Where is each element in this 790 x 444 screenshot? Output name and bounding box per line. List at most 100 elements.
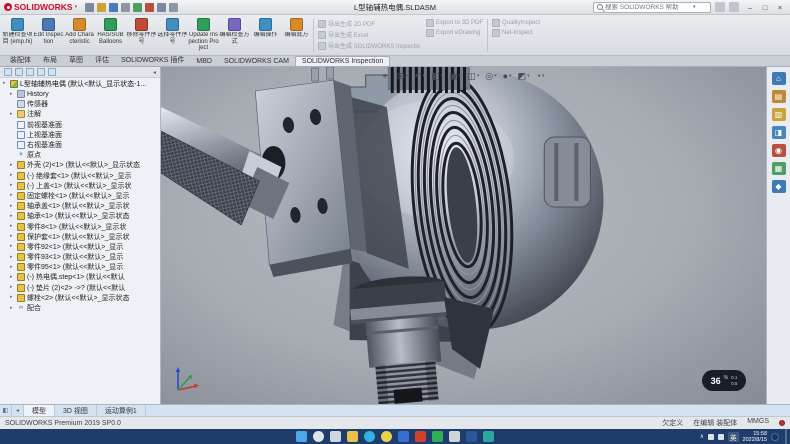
ribbon-tab[interactable]: SOLIDWORKS 插件 xyxy=(115,54,190,66)
model-3d-view[interactable] xyxy=(161,67,766,404)
display-style-icon[interactable]: ◫ xyxy=(467,70,479,81)
expand-arrow-icon[interactable] xyxy=(10,143,15,148)
expand-arrow-icon[interactable] xyxy=(10,295,15,300)
expand-arrow-icon[interactable] xyxy=(10,275,15,280)
ribbon-button[interactable]: 移除零件序号 xyxy=(126,16,157,55)
expand-arrow-icon[interactable] xyxy=(10,204,15,209)
apply-scene-icon[interactable]: ◩ xyxy=(518,70,530,81)
show-desktop-button[interactable] xyxy=(785,429,787,444)
menu-caret-icon[interactable]: ▾ xyxy=(75,4,78,10)
expand-arrow-icon[interactable] xyxy=(10,153,15,158)
heads-up-caret-icon[interactable] xyxy=(459,70,462,81)
tree-item[interactable]: 轴承<1> (默认<<默认>_显示状态 xyxy=(0,211,160,221)
expand-arrow-icon[interactable] xyxy=(10,122,15,127)
task-view-button[interactable] xyxy=(330,431,341,442)
save-icon[interactable] xyxy=(109,3,118,12)
minimize-button[interactable]: – xyxy=(743,1,757,13)
status-item[interactable]: 欠定义 xyxy=(662,418,683,428)
view-orientation-icon[interactable]: ▣ xyxy=(449,70,461,81)
tree-item[interactable]: 零件8<1> (默认<<默认>_显示状 xyxy=(0,221,160,231)
heads-up-caret-icon[interactable] xyxy=(423,70,426,81)
heads-up-caret-icon[interactable] xyxy=(477,70,480,81)
volume-icon[interactable] xyxy=(718,434,724,440)
view-tab[interactable]: 3D 视图 xyxy=(55,405,97,416)
start-button[interactable] xyxy=(296,431,307,442)
print-icon[interactable] xyxy=(121,3,130,12)
tree-item[interactable]: 保护套<1> (默认<<默认>_显示状 xyxy=(0,232,160,242)
ribbon-tab[interactable]: 评估 xyxy=(89,54,115,66)
displaymanager-tab[interactable] xyxy=(48,68,56,76)
tree-item[interactable]: 零件95<1> (默认<<默认>_显示 xyxy=(0,262,160,272)
expand-arrow-icon[interactable] xyxy=(10,173,15,178)
expand-arrow-icon[interactable] xyxy=(10,132,15,137)
split-view-icon[interactable]: ◧ xyxy=(0,405,12,416)
tree-item[interactable]: 右视基准面 xyxy=(0,140,160,150)
ribbon-button[interactable]: 选择零件序号 xyxy=(157,16,188,55)
section-view-icon[interactable]: ◧ xyxy=(431,70,443,81)
expand-arrow-icon[interactable] xyxy=(10,234,15,239)
tree-item[interactable]: (-) 垫片 (2)<2> ->? (默认<<默认 xyxy=(0,283,160,293)
ribbon-button[interactable]: Edit Inspection xyxy=(33,16,64,55)
design-library-icon[interactable]: ▤ xyxy=(772,90,786,103)
status-item[interactable]: 在编辑 装配体 xyxy=(693,418,737,428)
tree-item[interactable]: 前视基准面 xyxy=(0,120,160,130)
tree-item[interactable]: 零件92<1> (默认<<默认>_显示 xyxy=(0,242,160,252)
help-search-box[interactable]: ▾ xyxy=(593,2,711,13)
ribbon-button[interactable]: Update Inspection Project xyxy=(188,16,219,55)
file-properties-icon[interactable] xyxy=(169,3,178,12)
zoom-fit-icon[interactable]: ⌖ xyxy=(382,70,391,81)
rebuild-icon[interactable] xyxy=(145,3,154,12)
tree-item[interactable]: 外壳 (2)<1> (默认<<默认>_显示状态 xyxy=(0,160,160,170)
expand-arrow-icon[interactable] xyxy=(10,112,15,117)
solidworks-logo[interactable]: SOLIDWORKS ▾ xyxy=(0,2,81,12)
tree-item[interactable]: 零件93<1> (默认<<默认>_显示 xyxy=(0,252,160,262)
ribbon-export-button[interactable]: Net-Inspect xyxy=(492,29,540,37)
ribbon-tab[interactable]: 装配体 xyxy=(4,54,37,66)
maximize-button[interactable]: □ xyxy=(758,1,772,13)
file-explorer-pane-icon[interactable]: ▥ xyxy=(772,108,786,121)
network-icon[interactable] xyxy=(708,434,714,440)
heads-up-caret-icon[interactable] xyxy=(494,70,497,81)
expand-arrow-icon[interactable] xyxy=(3,81,8,86)
options-icon[interactable] xyxy=(157,3,166,12)
view-tab[interactable]: 运动算例1 xyxy=(97,405,146,416)
tree-item[interactable]: 上视基准面 xyxy=(0,130,160,140)
new-document-icon[interactable] xyxy=(85,3,94,12)
ribbon-export-button[interactable]: 导出生成 2D PDF xyxy=(318,19,420,28)
ribbon-button[interactable]: Add Characteristic xyxy=(64,16,95,55)
tree-item[interactable]: 原点 xyxy=(0,150,160,160)
ribbon-button[interactable]: 新建检查项目 (emp.hi) xyxy=(2,16,33,55)
appearances-icon[interactable]: ◉ xyxy=(772,144,786,157)
expand-arrow-icon[interactable] xyxy=(10,285,15,290)
custom-properties-icon[interactable]: ▦ xyxy=(772,162,786,175)
user-icon[interactable] xyxy=(715,2,725,12)
ribbon-button[interactable]: 编辑操作 xyxy=(250,16,281,55)
featuremanager-tab[interactable] xyxy=(4,68,12,76)
expand-arrow-icon[interactable] xyxy=(10,214,15,219)
ribbon-tab[interactable]: MBD xyxy=(190,57,218,66)
notification-center-button[interactable] xyxy=(771,433,779,441)
tree-root-item[interactable]: L型轴辅热电偶 (默认<默认_显示状态-1... xyxy=(0,78,160,89)
ribbon-button[interactable]: 编辑底方 xyxy=(281,16,312,55)
input-language-indicator[interactable]: 英 xyxy=(728,432,739,442)
graphics-viewport[interactable]: ⌖ ⊞ ↶ ◧ ▣ ◫ ◎ ● ◩ ◔ xyxy=(161,67,766,404)
ribbon-export-button[interactable]: QualityInspect xyxy=(492,19,540,27)
search-input[interactable] xyxy=(605,4,691,11)
tree-item[interactable]: (-) 热电偶.step<1> (默认<<默认 xyxy=(0,272,160,282)
solidworks-resources-icon[interactable]: ⌂ xyxy=(772,72,786,85)
ribbon-tab[interactable]: 布局 xyxy=(37,54,63,66)
ribbon-export-button[interactable]: Export to 3D PDF xyxy=(426,19,483,27)
ribbon-button[interactable]: 编辑检查方式 xyxy=(219,16,250,55)
zoom-area-icon[interactable]: ⊞ xyxy=(397,70,408,81)
expand-arrow-icon[interactable] xyxy=(10,255,15,260)
dimxpertmanager-tab[interactable] xyxy=(37,68,45,76)
tree-item[interactable]: 传感器 xyxy=(0,99,160,109)
ribbon-export-button[interactable]: Export eDrawing xyxy=(426,29,483,37)
app-teal[interactable] xyxy=(483,431,494,442)
forum-icon[interactable]: ◆ xyxy=(772,180,786,193)
ribbon-tab[interactable]: SOLIDWORKS Inspection xyxy=(295,56,390,66)
expand-arrow-icon[interactable] xyxy=(10,163,15,168)
chrome-app[interactable] xyxy=(381,431,392,442)
app-gray[interactable] xyxy=(449,431,460,442)
app-blue[interactable] xyxy=(398,431,409,442)
